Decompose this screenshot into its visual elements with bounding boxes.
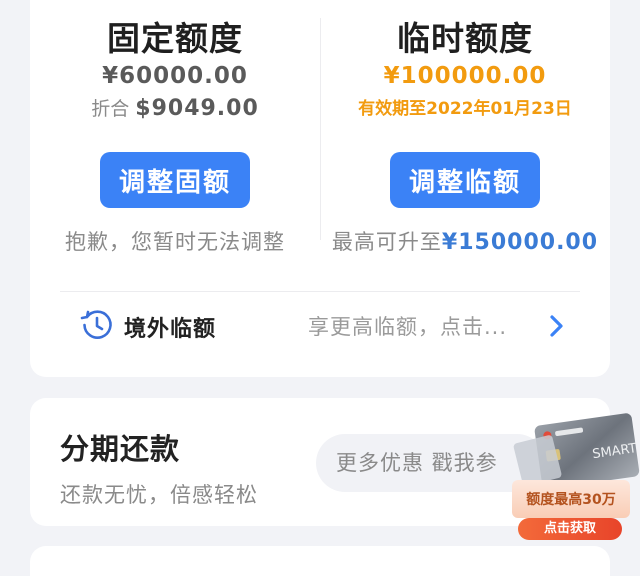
next-card — [30, 546, 610, 576]
promo-get-button[interactable]: 点击获取 — [518, 518, 622, 540]
row-divider — [60, 291, 580, 292]
max-upgrade-value: ¥150000.00 — [441, 230, 599, 255]
credit-limit-card: 固定额度 ¥60000.00 折合 $9049.00 调整固额 抱歉，您暂时无法… — [30, 0, 610, 377]
usd-equivalent-label: 折合 — [91, 98, 130, 120]
overseas-limit-hint: 享更高临额，点击... — [308, 315, 508, 339]
adjust-temp-limit-button[interactable]: 调整临额 — [390, 152, 540, 208]
promo-ribbon: 额度最高30万 — [512, 480, 630, 518]
max-upgrade-label: 最高可升至 — [331, 230, 442, 254]
overseas-temp-limit-row[interactable]: 境外临额 享更高临额，点击... — [30, 308, 610, 360]
installment-title: 分期还款 — [60, 432, 181, 466]
usd-equivalent-value: $9049.00 — [135, 96, 259, 121]
fixed-limit-amount: ¥60000.00 — [102, 63, 248, 89]
temp-limit-note: 最高可升至¥150000.00 — [320, 226, 610, 256]
fixed-limit-note: 抱歉，您暂时无法调整 — [65, 230, 285, 254]
promo-banner[interactable]: SMART 额度最高30万 点击获取 — [500, 412, 640, 542]
adjust-fixed-limit-button[interactable]: 调整固额 — [100, 152, 250, 208]
fixed-limit-title: 固定额度 — [107, 19, 243, 58]
temp-limit-amount: ¥100000.00 — [383, 63, 547, 89]
chevron-right-icon — [550, 315, 563, 337]
temp-limit-validity: 有效期至2022年01月23日 — [358, 99, 572, 119]
temp-limit-title: 临时额度 — [397, 19, 533, 58]
fixed-limit-usd: 折合 $9049.00 — [30, 94, 320, 121]
installment-card[interactable]: 分期还款 还款无忧，倍感轻松 更多优惠 戳我参 SMART 额度最高30万 点击… — [30, 398, 640, 540]
clock-history-icon — [80, 310, 112, 339]
overseas-limit-label: 境外临额 — [124, 317, 217, 342]
installment-subtitle: 还款无忧，倍感轻松 — [60, 483, 258, 507]
